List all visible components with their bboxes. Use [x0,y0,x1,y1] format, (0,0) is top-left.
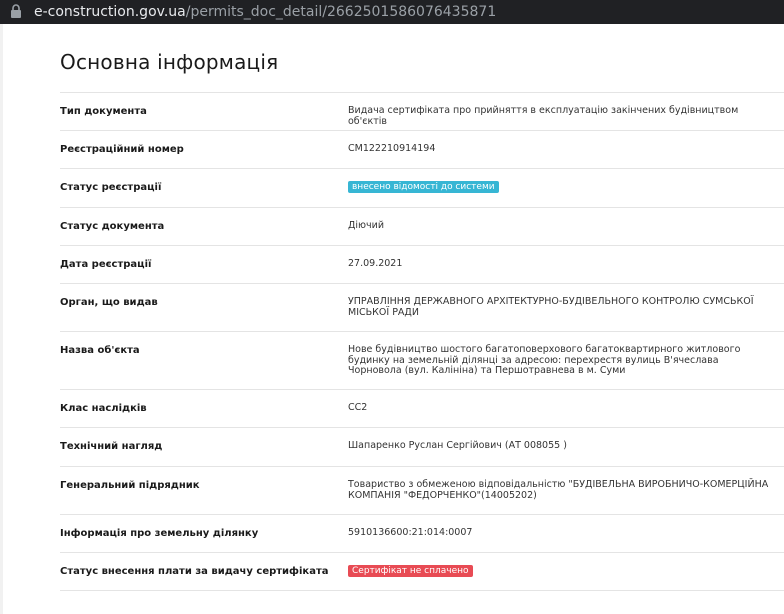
table-row: Технічний нагляд Шапаренко Руслан Сергій… [60,428,784,467]
row-value: внесено відомості до системи [348,169,784,207]
row-value: 5910136600:21:014:0007 [348,527,473,538]
row-value: Шапаренко Руслан Сергійович (АТ 008055 ) [348,440,567,451]
address-bar[interactable]: e-construction.gov.ua/permits_doc_detail… [0,0,784,24]
table-row: Тип документа Видача сертифіката про при… [60,93,784,131]
status-badge: внесено відомості до системи [348,181,499,193]
payment-status-badge: Сертифікат не сплачено [348,565,473,577]
row-label: Клас наслідків [60,403,147,414]
row-label: Інформація про земельну ділянку [60,528,259,539]
row-value: Діючий [348,220,385,231]
lock-icon[interactable] [10,4,26,20]
row-label: Орган, що видав [60,297,158,308]
table-row: Генеральний підрядник Товариство з обмеж… [60,467,784,515]
row-label: Статус реєстрації [60,182,162,193]
table-row: Інформація про земельну ділянку 59101366… [60,515,784,553]
url-host[interactable]: e-construction.gov.ua [34,4,186,20]
table-row: Статус реєстрації внесено відомості до с… [60,169,784,208]
row-value: Нове будівництво шостого багатоповерхово… [348,344,741,376]
table-row: Статус документа Діючий [60,208,784,246]
info-table: Тип документа Видача сертифіката про при… [60,92,784,591]
row-value: УПРАВЛІННЯ ДЕРЖАВНОГО АРХІТЕКТУРНО-БУДІВ… [348,296,754,318]
table-row: Орган, що видав УПРАВЛІННЯ ДЕРЖАВНОГО АР… [60,284,784,332]
table-row: Клас наслідків СС2 [60,390,784,428]
row-label: Статус документа [60,221,165,232]
url-path[interactable]: /permits_doc_detail/2662501586076435871 [186,4,497,20]
page-left-edge [0,24,3,614]
row-label: Технічний нагляд [60,441,163,452]
row-value: СС2 [348,402,368,413]
row-value: Видача сертифіката про прийняття в експл… [348,105,739,127]
row-value: 27.09.2021 [348,258,403,269]
row-label: Статус внесення плати за видачу сертифік… [60,566,329,577]
table-row: Статус внесення плати за видачу сертифік… [60,553,784,591]
row-label: Дата реєстрації [60,259,152,270]
row-label: Тип документа [60,106,147,117]
row-value: СМ122210914194 [348,143,436,154]
table-row: Реєстраційний номер СМ122210914194 [60,131,784,169]
table-row: Дата реєстрації 27.09.2021 [60,246,784,284]
row-value: Сертифікат не сплачено [348,553,784,590]
row-label: Назва об'єкта [60,345,140,356]
row-label: Реєстраційний номер [60,144,184,155]
row-label: Генеральний підрядник [60,480,200,491]
table-row: Назва об'єкта Нове будівництво шостого б… [60,332,784,390]
page-title: Основна інформація [60,50,279,74]
row-value: Товариство з обмеженою відповідальністю … [348,479,769,501]
